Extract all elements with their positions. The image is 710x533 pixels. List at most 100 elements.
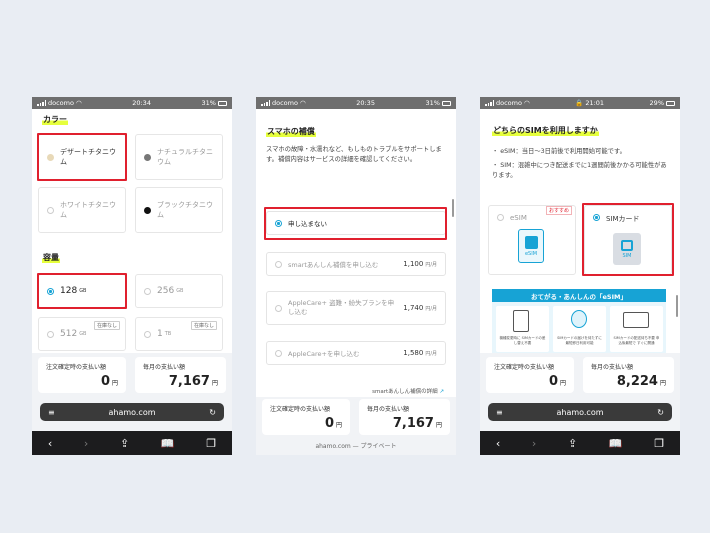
tabs-icon[interactable]: ❐ <box>654 437 664 450</box>
bookmarks-icon[interactable]: 📖 <box>609 437 623 450</box>
phone-screen-sim-type: docomo ◠ 🔒 21:01 29% どちらのSIMを利用しますか ・ eS… <box>480 97 680 455</box>
order-payment-label: 注文確定時の支払い額 <box>494 364 555 371</box>
monthly-payment-value: 8,224 円 <box>616 374 666 389</box>
battery-percent: 31% <box>201 99 216 107</box>
insurance-description: スマホの故障・水濡れなど、もしものトラブルをサポートします。補償内容はサービスの… <box>266 146 442 163</box>
capacity-option-128[interactable]: 128 GB <box>38 274 126 308</box>
tabs-icon[interactable]: ❐ <box>206 437 216 450</box>
price-summary: 注文確定時の支払い額 0円 毎月の支払い額 7,167 円 ahamo.com —… <box>256 397 456 455</box>
scrollbar[interactable] <box>676 295 678 317</box>
banner-panel-same-day: SIMカードの届けを待たずに 最短即日利用可能 <box>553 306 606 352</box>
radio-icon <box>275 304 282 312</box>
battery-percent: 29% <box>649 99 664 107</box>
color-option-label: ナチュラルチタニウム <box>157 148 213 166</box>
phone-swap-icon <box>513 310 529 332</box>
monthly-payment-card: 毎月の支払い額 7,167 円 <box>359 399 450 435</box>
insurance-price: 1,100 円/月 <box>403 260 437 268</box>
color-option-label: ホワイトチタニウム <box>60 201 116 219</box>
capacity-section-title: 容量 <box>42 252 60 263</box>
clock: 🔒 21:01 <box>575 99 605 107</box>
url-text: ahamo.com <box>108 407 156 417</box>
forward-icon[interactable]: › <box>532 437 536 450</box>
wifi-icon: ◠ <box>299 99 306 107</box>
esim-banner: 機種変更時に SIMカードの差し替え不要 SIMカードの届けを待たずに 最短即日… <box>492 302 666 356</box>
browser-toolbar: ‹ › ⇪ 📖 ❐ <box>480 431 680 455</box>
wifi-icon: ◠ <box>523 99 530 107</box>
radio-selected-icon <box>47 287 54 295</box>
address-bar[interactable]: ≡ ahamo.com ↻ <box>488 403 672 421</box>
banner-panel-no-swap: 機種変更時に SIMカードの差し替え不要 <box>496 306 549 352</box>
carrier-label: docomo <box>496 99 522 107</box>
insurance-option-applecare[interactable]: AppleCare+を申し込む 1,580 円/月 <box>266 341 446 365</box>
reader-icon[interactable]: ≡ <box>496 408 503 417</box>
battery-icon <box>666 100 675 106</box>
esim-banner-header: おてがる・あんしんの「eSIM」 <box>492 289 666 302</box>
insurance-details-link[interactable]: smartあんしん補償の詳細 ↗ <box>372 387 444 395</box>
back-icon[interactable]: ‹ <box>496 437 500 450</box>
order-payment-card: 注文確定時の支払い額 0円 <box>486 357 574 393</box>
sim-bullet-2: ・ SIM：混雑中につき配送までに1週間前後かかる可能性があります。 <box>492 162 667 179</box>
color-option-desert[interactable]: デザートチタニウム <box>38 134 126 180</box>
phone-screen-color-capacity: docomo ◠ 20:34 31% カラー デザートチタニウム ナチュラルチタ… <box>32 97 232 455</box>
address-bar[interactable]: ≡ ahamo.com ↻ <box>40 403 224 421</box>
out-of-stock-badge: 在庫なし <box>191 321 218 330</box>
monthly-payment-card: 毎月の支払い額 7,167 円 <box>135 357 226 393</box>
footer-url: ahamo.com — プライベート <box>315 443 397 450</box>
insurance-option-smart[interactable]: smartあんしん補償を申し込む 1,100 円/月 <box>266 252 446 276</box>
battery-icon <box>441 100 451 106</box>
sim-option-label: eSIM <box>510 214 527 222</box>
monthly-payment-card: 毎月の支払い額 8,224 円 <box>583 357 674 393</box>
banner-caption: SIMカードの配送待ち不要 申込後最短で すぐに開通 <box>613 336 660 345</box>
radio-selected-icon <box>275 219 282 227</box>
reload-icon[interactable]: ↻ <box>209 408 216 417</box>
share-icon[interactable]: ⇪ <box>120 437 129 450</box>
order-payment-value: 0円 <box>324 416 342 431</box>
banner-panel-no-delivery: SIMカードの配送待ち不要 申込後最短で すぐに開通 <box>610 306 663 352</box>
radio-selected-icon <box>593 214 600 221</box>
battery-icon <box>217 100 227 106</box>
capacity-value: 128 <box>60 286 78 296</box>
monthly-payment-label: 毎月の支払い額 <box>591 364 634 371</box>
insurance-option-none[interactable]: 申し込まない <box>266 211 446 235</box>
capacity-value: 512 <box>60 329 78 339</box>
sim-bullet-1: ・ eSIM：当日〜3日前後で利用開始可能です。 <box>492 148 626 155</box>
color-swatch-white <box>47 206 54 214</box>
forward-icon[interactable]: › <box>84 437 88 450</box>
color-option-black[interactable]: ブラックチタニウム <box>135 187 223 233</box>
lock-icon: 🔒 <box>575 99 584 107</box>
reader-icon[interactable]: ≡ <box>48 408 55 417</box>
battery-percent: 31% <box>425 99 440 107</box>
reload-icon[interactable]: ↻ <box>657 408 664 417</box>
status-bar: docomo ◠ 🔒 21:01 29% <box>480 97 680 109</box>
color-option-natural[interactable]: ナチュラルチタニウム <box>135 134 223 180</box>
banner-caption: SIMカードの届けを待たずに 最短即日利用可能 <box>557 336 602 345</box>
share-icon[interactable]: ⇪ <box>568 437 577 450</box>
color-swatch-natural <box>144 153 151 161</box>
browser-toolbar: ‹ › ⇪ 📖 ❐ <box>32 431 232 455</box>
order-payment-label: 注文確定時の支払い額 <box>270 406 331 413</box>
clock: 20:34 <box>132 99 151 107</box>
radio-icon <box>47 330 54 338</box>
order-payment-label: 注文確定時の支払い額 <box>46 364 107 371</box>
insurance-option-label: 申し込まない <box>288 220 327 228</box>
recommended-badge: おすすめ <box>546 206 573 215</box>
capacity-unit: GB <box>176 288 184 294</box>
order-payment-value: 0円 <box>548 374 566 389</box>
sim-card-icon: SIM <box>613 233 641 265</box>
insurance-option-applecare-theft[interactable]: AppleCare+ 盗難・紛失プランを申し込む 1,740 円/月 <box>266 291 446 325</box>
radio-icon <box>144 330 151 338</box>
scrollbar[interactable] <box>452 199 454 217</box>
capacity-option-256[interactable]: 256 GB <box>135 274 223 308</box>
order-payment-value: 0円 <box>100 374 118 389</box>
banner-caption: 機種変更時に SIMカードの差し替え不要 <box>499 336 546 345</box>
radio-icon <box>144 287 151 295</box>
color-option-label: ブラックチタニウム <box>157 201 213 219</box>
monthly-payment-label: 毎月の支払い額 <box>143 364 186 371</box>
esim-chip-icon: eSIM <box>518 229 544 263</box>
radio-icon <box>497 214 504 221</box>
back-icon[interactable]: ‹ <box>48 437 52 450</box>
bookmarks-icon[interactable]: 📖 <box>161 437 175 450</box>
insurance-option-label: smartあんしん補償を申し込む <box>288 261 379 269</box>
color-option-white[interactable]: ホワイトチタニウム <box>38 187 126 233</box>
insurance-price: 1,580 円/月 <box>403 349 437 357</box>
